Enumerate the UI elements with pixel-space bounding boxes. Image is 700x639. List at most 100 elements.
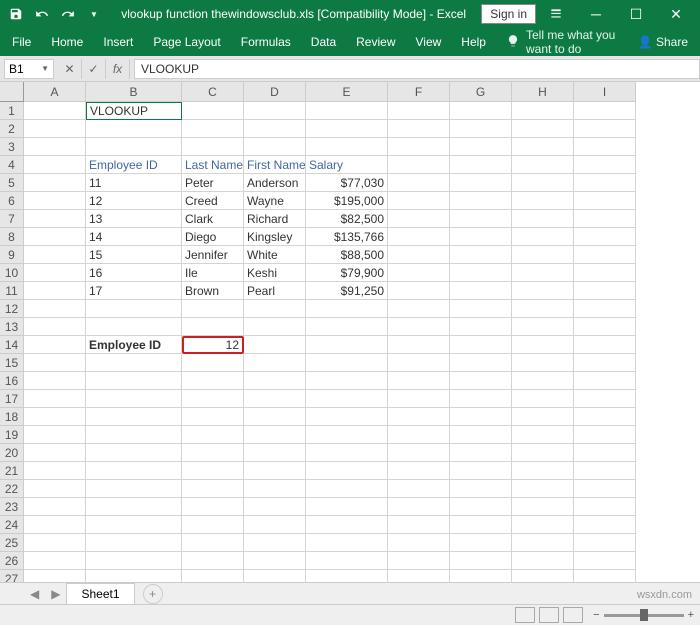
cell-B18[interactable] — [86, 408, 182, 426]
cell-I23[interactable] — [574, 498, 636, 516]
cell-A19[interactable] — [24, 426, 86, 444]
cell-I16[interactable] — [574, 372, 636, 390]
cell-E5[interactable]: $77,030 — [306, 174, 388, 192]
cell-A24[interactable] — [24, 516, 86, 534]
tab-file[interactable]: File — [12, 35, 31, 49]
cell-C18[interactable] — [182, 408, 244, 426]
cell-G4[interactable] — [450, 156, 512, 174]
cell-B8[interactable]: 14 — [86, 228, 182, 246]
zoom-slider[interactable] — [604, 614, 684, 617]
row-header-8[interactable]: 8 — [0, 228, 24, 246]
redo-icon[interactable] — [56, 2, 80, 26]
cell-A21[interactable] — [24, 462, 86, 480]
cell-H2[interactable] — [512, 120, 574, 138]
cell-C15[interactable] — [182, 354, 244, 372]
cell-D25[interactable] — [244, 534, 306, 552]
cell-D16[interactable] — [244, 372, 306, 390]
cell-H12[interactable] — [512, 300, 574, 318]
cell-D4[interactable]: First Name — [244, 156, 306, 174]
tell-me-search[interactable]: Tell me what you want to do — [506, 28, 618, 56]
cell-A18[interactable] — [24, 408, 86, 426]
cell-F24[interactable] — [388, 516, 450, 534]
cell-E26[interactable] — [306, 552, 388, 570]
cell-D15[interactable] — [244, 354, 306, 372]
fx-icon[interactable]: fx — [106, 59, 130, 79]
tab-formulas[interactable]: Formulas — [241, 35, 291, 49]
cell-C17[interactable] — [182, 390, 244, 408]
cell-D23[interactable] — [244, 498, 306, 516]
cell-H5[interactable] — [512, 174, 574, 192]
column-header-E[interactable]: E — [306, 82, 388, 102]
cell-H16[interactable] — [512, 372, 574, 390]
cell-I22[interactable] — [574, 480, 636, 498]
name-box[interactable]: B1 ▼ — [4, 59, 54, 79]
cell-C20[interactable] — [182, 444, 244, 462]
cell-B1[interactable]: VLOOKUP — [86, 102, 182, 120]
cell-I14[interactable] — [574, 336, 636, 354]
cell-H7[interactable] — [512, 210, 574, 228]
cell-E20[interactable] — [306, 444, 388, 462]
row-header-22[interactable]: 22 — [0, 480, 24, 498]
row-header-24[interactable]: 24 — [0, 516, 24, 534]
cell-G3[interactable] — [450, 138, 512, 156]
cell-G26[interactable] — [450, 552, 512, 570]
row-header-5[interactable]: 5 — [0, 174, 24, 192]
sheet-nav-prev-icon[interactable]: ◀ — [24, 587, 45, 601]
undo-icon[interactable] — [30, 2, 54, 26]
column-header-B[interactable]: B — [86, 82, 182, 102]
close-icon[interactable]: ✕ — [656, 0, 696, 28]
cell-I13[interactable] — [574, 318, 636, 336]
cell-A11[interactable] — [24, 282, 86, 300]
column-header-C[interactable]: C — [182, 82, 244, 102]
cell-G1[interactable] — [450, 102, 512, 120]
cell-H1[interactable] — [512, 102, 574, 120]
cell-F5[interactable] — [388, 174, 450, 192]
cell-A14[interactable] — [24, 336, 86, 354]
cell-B19[interactable] — [86, 426, 182, 444]
column-header-A[interactable]: A — [24, 82, 86, 102]
cell-I25[interactable] — [574, 534, 636, 552]
row-header-11[interactable]: 11 — [0, 282, 24, 300]
cell-C14[interactable]: 12 — [182, 336, 244, 354]
cell-D24[interactable] — [244, 516, 306, 534]
cell-B25[interactable] — [86, 534, 182, 552]
cell-B12[interactable] — [86, 300, 182, 318]
cell-F2[interactable] — [388, 120, 450, 138]
cell-F10[interactable] — [388, 264, 450, 282]
cell-G17[interactable] — [450, 390, 512, 408]
cell-D5[interactable]: Anderson — [244, 174, 306, 192]
cell-F16[interactable] — [388, 372, 450, 390]
cell-E21[interactable] — [306, 462, 388, 480]
cell-A2[interactable] — [24, 120, 86, 138]
cell-C25[interactable] — [182, 534, 244, 552]
tab-data[interactable]: Data — [311, 35, 336, 49]
cell-F14[interactable] — [388, 336, 450, 354]
cell-F3[interactable] — [388, 138, 450, 156]
cell-I11[interactable] — [574, 282, 636, 300]
row-header-4[interactable]: 4 — [0, 156, 24, 174]
cell-F9[interactable] — [388, 246, 450, 264]
cell-D20[interactable] — [244, 444, 306, 462]
cell-G2[interactable] — [450, 120, 512, 138]
cell-H14[interactable] — [512, 336, 574, 354]
grid[interactable]: ABCDEFGHI1VLOOKUP234Employee IDLast Name… — [0, 82, 700, 588]
tab-insert[interactable]: Insert — [103, 35, 133, 49]
cell-E14[interactable] — [306, 336, 388, 354]
cell-E10[interactable]: $79,900 — [306, 264, 388, 282]
cell-H4[interactable] — [512, 156, 574, 174]
cell-G20[interactable] — [450, 444, 512, 462]
column-header-F[interactable]: F — [388, 82, 450, 102]
cell-H17[interactable] — [512, 390, 574, 408]
cell-B14[interactable]: Employee ID — [86, 336, 182, 354]
cell-D3[interactable] — [244, 138, 306, 156]
cell-G12[interactable] — [450, 300, 512, 318]
cell-F25[interactable] — [388, 534, 450, 552]
cell-G7[interactable] — [450, 210, 512, 228]
cell-D26[interactable] — [244, 552, 306, 570]
column-header-H[interactable]: H — [512, 82, 574, 102]
cell-E12[interactable] — [306, 300, 388, 318]
row-header-25[interactable]: 25 — [0, 534, 24, 552]
cell-H24[interactable] — [512, 516, 574, 534]
cell-D14[interactable] — [244, 336, 306, 354]
cell-G25[interactable] — [450, 534, 512, 552]
